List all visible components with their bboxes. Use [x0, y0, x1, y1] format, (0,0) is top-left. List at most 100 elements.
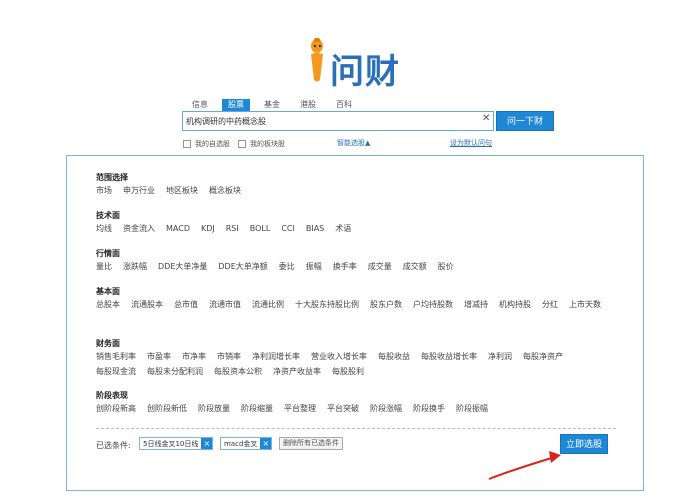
filter-item[interactable]: 净利润 [488, 349, 512, 364]
filter-item[interactable]: 阶段缩量 [241, 401, 273, 416]
filter-item[interactable]: 资金流入 [123, 221, 155, 236]
filter-item[interactable]: 换手率 [333, 259, 357, 274]
annotation-arrow-icon [488, 451, 561, 480]
selected-chip: macd金叉 × [220, 437, 273, 450]
clear-all-button[interactable]: 删除所有已选条件 [279, 437, 343, 450]
set-default-link[interactable]: 设为默认问句 [450, 138, 492, 148]
filter-item[interactable]: 委比 [279, 259, 295, 274]
filter-item[interactable]: 每股未分配利润 [147, 364, 203, 379]
filter-item[interactable]: 十大股东持股比例 [295, 297, 359, 312]
filter-item[interactable]: 流通股本 [131, 297, 163, 312]
filter-item[interactable]: 每股收益 [378, 349, 410, 364]
filter-item[interactable]: 阶段放量 [198, 401, 230, 416]
chip-label: macd金叉 [224, 439, 258, 448]
filter-item[interactable]: 机构持股 [499, 297, 531, 312]
category-technical: 技术面 均线 资金流入 MACD KDJ RSI BOLL CCI BIAS 术语 [96, 210, 616, 236]
filter-item[interactable]: 户均持股数 [413, 297, 453, 312]
filter-item[interactable]: 量比 [96, 259, 112, 274]
filter-item[interactable]: 总股本 [96, 297, 120, 312]
filter-item[interactable]: 营业收入增长率 [311, 349, 367, 364]
filter-item[interactable]: 每股收益增长率 [421, 349, 477, 364]
filter-item[interactable]: MACD [166, 221, 190, 236]
filter-item[interactable]: CCI [281, 221, 295, 236]
filter-item[interactable]: BIAS [306, 221, 324, 236]
category-title: 技术面 [96, 211, 120, 220]
filter-item[interactable]: 股东户数 [370, 297, 402, 312]
category-items: 销售毛利率 市盈率 市净率 市销率 净利润增长率 营业收入增长率 每股收益 每股收益增长率 净利… [96, 349, 616, 379]
search-input-value: 机构调研的中药概念股 [186, 117, 266, 126]
filter-item[interactable]: 增减持 [464, 297, 488, 312]
close-icon[interactable]: ✕ [482, 113, 490, 124]
filter-item[interactable]: 涨跌幅 [123, 259, 147, 274]
category-financial: 财务面 销售毛利率 市盈率 市净率 市销率 净利润增长率 营业收入增长率 每股收益 每股收益增… [96, 338, 616, 379]
filter-item[interactable]: 总市值 [174, 297, 198, 312]
chip-label: 5日线金叉10日线 [143, 439, 199, 448]
filter-item[interactable]: 阶段涨幅 [370, 401, 402, 416]
category-fundamental: 基本面 总股本 流通股本 总市值 流通市值 流通比例 十大股东持股比例 股东户数 户均持股数增… [96, 286, 616, 312]
category-market: 行情面 量比 涨跌幅 DDE大单净量 DDE大单净额 委比 振幅 换手率 成交量 成交额 股价 [96, 248, 616, 274]
category-items: 总股本 流通股本 总市值 流通市值 流通比例 十大股东持股比例 股东户数 户均持股数 增减持 机构… [96, 297, 616, 312]
filter-item[interactable]: 流通比例 [252, 297, 284, 312]
search-button[interactable]: 问一下财 [496, 111, 554, 131]
filter-item[interactable]: 净利润增长率 [252, 349, 300, 364]
filter-item[interactable]: 成交额 [403, 259, 427, 274]
selected-chip: 5日线金叉10日线 × [139, 437, 214, 450]
tab-wiki[interactable]: 百科 [330, 99, 358, 111]
filter-item[interactable]: 振幅 [306, 259, 322, 274]
category-title: 财务面 [96, 339, 120, 348]
my-watchlist-label: 我的自选股 [195, 140, 230, 148]
category-items: 市场 申万行业 地区板块 概念板块 [96, 183, 616, 198]
filter-item[interactable]: 市销率 [217, 349, 241, 364]
filter-item[interactable]: 创阶段新高 [96, 401, 136, 416]
filter-item[interactable]: 阶段换手 [413, 401, 445, 416]
filter-item[interactable]: 股价 [438, 259, 454, 274]
filter-item[interactable]: DDE大单净量 [158, 259, 207, 274]
filter-item[interactable]: 市净率 [182, 349, 206, 364]
tab-stocks[interactable]: 股票 [222, 99, 250, 111]
filter-item[interactable]: 每股股利 [332, 364, 364, 379]
tab-funds[interactable]: 基金 [258, 99, 286, 111]
filter-item[interactable]: 地区板块 [166, 183, 198, 198]
category-items: 量比 涨跌幅 DDE大单净量 DDE大单净额 委比 振幅 换手率 成交量 成交额 股价 [96, 259, 616, 274]
category-title: 阶段表现 [96, 391, 128, 400]
close-icon[interactable]: × [260, 438, 272, 449]
filter-item[interactable]: 流通市值 [209, 297, 241, 312]
filter-item[interactable]: 每股资本公积 [214, 364, 262, 379]
checkbox-icon[interactable] [238, 140, 246, 148]
my-watchlist-option[interactable]: 我的自选股 [183, 139, 230, 149]
filter-item[interactable]: 分红 [542, 297, 558, 312]
logo-text: 问财 [330, 52, 400, 92]
filter-item[interactable]: KDJ [201, 221, 215, 236]
filter-item[interactable]: 每股净资产 [523, 349, 563, 364]
category-items: 均线 资金流入 MACD KDJ RSI BOLL CCI BIAS 术语 [96, 221, 616, 236]
close-icon[interactable]: × [201, 438, 213, 449]
filter-item[interactable]: 市场 [96, 183, 112, 198]
divider [96, 428, 616, 429]
filter-item[interactable]: 每股现金流 [96, 364, 136, 379]
filter-item[interactable]: RSI [226, 221, 239, 236]
filter-item[interactable]: 销售毛利率 [96, 349, 136, 364]
filter-item[interactable]: BOLL [250, 221, 271, 236]
tab-hk-stocks[interactable]: 港股 [294, 99, 322, 111]
search-tabs: 信息 股票 基金 港股 百科 [186, 99, 366, 111]
filter-item[interactable]: 成交量 [368, 259, 392, 274]
filter-item[interactable]: 均线 [96, 221, 112, 236]
filter-item[interactable]: 市盈率 [147, 349, 171, 364]
selected-label: 已选条件: [96, 441, 131, 450]
tab-info[interactable]: 信息 [186, 99, 214, 111]
smart-pick-toggle[interactable]: 智能选股▲ [337, 138, 370, 148]
category-title: 基本面 [96, 287, 120, 296]
filter-item[interactable]: 概念板块 [209, 183, 241, 198]
filter-item[interactable]: 术语 [335, 221, 351, 236]
filter-item[interactable]: 平台整理 [284, 401, 316, 416]
my-sectors-label: 我的板块股 [250, 140, 285, 148]
filter-item[interactable]: 净资产收益率 [273, 364, 321, 379]
filter-item[interactable]: 阶段振幅 [456, 401, 488, 416]
my-sectors-option[interactable]: 我的板块股 [238, 139, 285, 149]
filter-item[interactable]: 创阶段新低 [147, 401, 187, 416]
filter-item[interactable]: 上市天数 [569, 297, 601, 312]
filter-item[interactable]: 平台突破 [327, 401, 359, 416]
filter-item[interactable]: DDE大单净额 [218, 259, 267, 274]
checkbox-icon[interactable] [183, 140, 191, 148]
filter-item[interactable]: 申万行业 [123, 183, 155, 198]
